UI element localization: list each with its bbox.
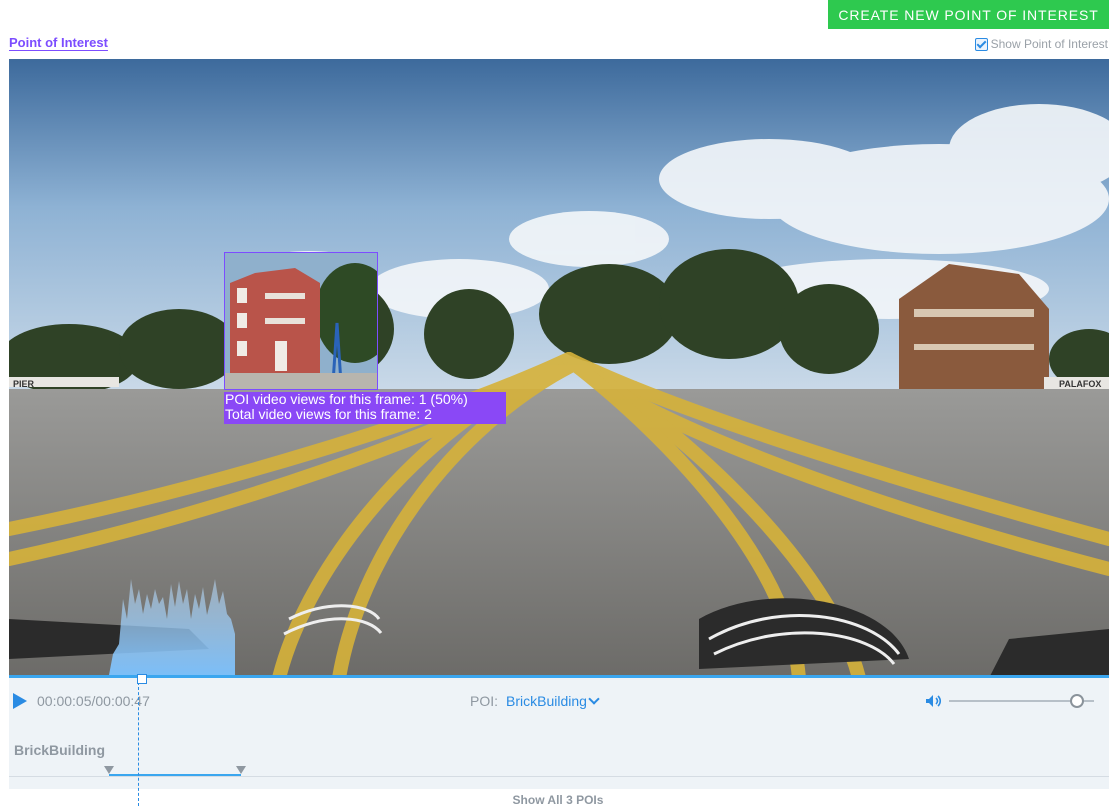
timeline-track <box>9 776 1109 777</box>
playhead-line <box>138 682 139 806</box>
poi-label: POI: <box>470 693 499 709</box>
play-icon[interactable] <box>13 693 27 709</box>
page-title[interactable]: Point of Interest <box>9 35 108 50</box>
video-player[interactable]: PIER PALAFOX POI video views for this fr… <box>9 59 1109 678</box>
volume-knob[interactable] <box>1070 694 1084 708</box>
player-controls: 00:00:05/00:00:47 POI: BrickBuilding Bri… <box>9 678 1109 789</box>
poi-select-value: BrickBuilding <box>506 693 587 709</box>
video-frame: PIER PALAFOX <box>9 59 1109 678</box>
chevron-down-icon <box>588 693 600 705</box>
brick-building-image <box>225 253 377 389</box>
show-poi-label: Show Point of Interest <box>990 37 1108 51</box>
show-poi-toggle[interactable]: Show Point of Interest <box>974 37 1108 51</box>
time-display: 00:00:05/00:00:47 <box>37 693 150 709</box>
show-poi-checkbox[interactable] <box>974 37 988 51</box>
create-poi-button[interactable]: CREATE NEW POINT OF INTEREST <box>828 0 1109 29</box>
poi-stats-overlay: POI video views for this frame: 1 (50%) … <box>224 392 506 424</box>
playhead-handle[interactable] <box>137 674 147 684</box>
volume-slider[interactable] <box>949 694 1094 708</box>
poi-select[interactable]: BrickBuilding <box>506 693 600 709</box>
segment-start-handle[interactable] <box>104 766 114 774</box>
pier-sign: PIER <box>13 379 35 389</box>
poi-track-name: BrickBuilding <box>14 742 106 758</box>
poi-views-text: POI video views for this frame: 1 (50%) <box>225 391 468 407</box>
total-views-text: Total video views for this frame: 2 <box>225 406 432 422</box>
volume-icon[interactable] <box>925 694 943 708</box>
show-all-pois-link[interactable]: Show All 3 POIs <box>0 793 1116 807</box>
poi-bounding-box[interactable] <box>224 252 378 390</box>
segment-end-handle[interactable] <box>236 766 246 774</box>
palafox-sign: PALAFOX <box>1059 379 1101 389</box>
